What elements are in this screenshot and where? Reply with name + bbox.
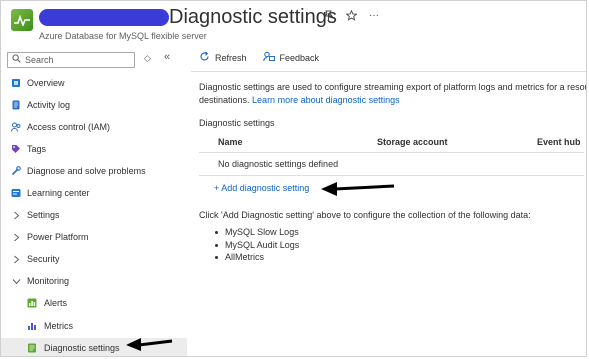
learn-more-link[interactable]: Learn more about diagnostic settings [252, 95, 400, 105]
list-item: MySQL Slow Logs [213, 226, 299, 239]
annotation-arrow-add-link [321, 182, 395, 196]
search-icon [12, 54, 21, 65]
sidebar-item-tags[interactable]: Tags [1, 139, 187, 159]
people-icon [11, 122, 21, 132]
sidebar-item-metrics[interactable]: Metrics [1, 316, 187, 336]
alerts-icon [27, 298, 37, 308]
search-input[interactable]: Search [7, 52, 135, 68]
wrench-icon [11, 166, 21, 176]
header-actions: ··· [323, 9, 379, 24]
mysql-server-icon [11, 9, 33, 31]
description-line-2-text: destinations. [199, 95, 253, 105]
refresh-icon [199, 51, 210, 64]
sidebar-item-power-platform[interactable]: Power Platform [1, 227, 187, 247]
collapse-sidebar-button[interactable]: « [164, 51, 170, 63]
data-categories-list: MySQL Slow Logs MySQL Audit Logs AllMetr… [213, 226, 299, 264]
page-subtitle: Azure Database for MySQL flexible server [39, 31, 207, 41]
refresh-label: Refresh [215, 52, 247, 63]
table-header-divider [199, 152, 584, 153]
star-icon[interactable] [345, 9, 358, 24]
chevron-right-icon [11, 232, 21, 242]
learning-icon [11, 188, 21, 198]
sidebar-item-activity-log[interactable]: Activity log [1, 95, 187, 115]
feedback-button[interactable]: Feedback [262, 51, 320, 64]
feedback-label: Feedback [279, 52, 320, 63]
page-title: Diagnostic settings [169, 6, 337, 28]
sidebar-item-security[interactable]: Security [1, 249, 187, 269]
description-line-2: destinations. Learn more about diagnosti… [199, 94, 586, 107]
sidebar-item-learning-center[interactable]: Learning center [1, 183, 187, 203]
metrics-icon [27, 321, 37, 331]
sidebar-item-diagnose[interactable]: Diagnose and solve problems [1, 161, 187, 181]
sidebar-item-label: Power Platform [27, 232, 89, 242]
list-item: AllMetrics [213, 251, 299, 264]
sidebar-item-label: Security [27, 254, 60, 264]
tag-icon [11, 144, 21, 154]
chevron-down-icon [11, 276, 21, 286]
description-line-1: Diagnostic settings are used to configur… [199, 82, 587, 92]
sidebar-item-label: Access control (IAM) [27, 122, 111, 132]
empty-table-message: No diagnostic settings defined [218, 159, 339, 169]
redacted-resource-name [39, 9, 169, 26]
sidebar-item-label: Monitoring [27, 276, 70, 286]
column-header-event-hub: Event hub [537, 137, 581, 147]
feedback-icon [262, 51, 275, 64]
sidebar-item-label: Activity log [27, 100, 71, 110]
pin-icon[interactable] [323, 10, 334, 24]
activity-log-icon [11, 100, 21, 110]
table-row-divider [199, 175, 584, 176]
more-options-button[interactable]: ··· [369, 10, 379, 24]
chevron-right-icon [11, 254, 21, 264]
chevron-right-icon [11, 210, 21, 220]
list-item: MySQL Audit Logs [213, 239, 299, 252]
command-bar: Refresh Feedback [199, 51, 335, 64]
sidebar-item-label: Diagnose and solve problems [27, 166, 146, 176]
add-diagnostic-setting-link[interactable]: + Add diagnostic setting [214, 183, 309, 193]
column-header-storage-account: Storage account [377, 137, 448, 147]
sidebar-item-label: Alerts [44, 298, 68, 308]
sidebar-item-label: Settings [27, 210, 60, 220]
sidebar-item-monitoring[interactable]: Monitoring [1, 271, 187, 291]
portal-window: Diagnostic settings ··· Azure Database f… [0, 0, 587, 357]
description: Diagnostic settings are used to configur… [199, 81, 587, 107]
instructions-text: Click 'Add Diagnostic setting' above to … [199, 210, 531, 220]
column-header-name: Name [218, 137, 243, 147]
sidebar-item-label: Tags [27, 144, 47, 154]
sidebar-item-settings[interactable]: Settings [1, 205, 187, 225]
sidebar-item-access-control[interactable]: Access control (IAM) [1, 117, 187, 137]
sidebar-item-label: Learning center [27, 188, 90, 198]
diagnostic-icon [27, 343, 37, 353]
section-title: Diagnostic settings [199, 118, 275, 128]
annotation-arrow-sidebar [126, 338, 173, 351]
sidebar-item-overview[interactable]: Overview [1, 73, 187, 93]
search-placeholder: Search [25, 55, 54, 65]
toolbar-divider [191, 71, 586, 72]
sidebar: Search ◇ « Overview Activity log Access … [1, 46, 187, 356]
sidebar-item-alerts[interactable]: Alerts [1, 293, 187, 313]
sidebar-item-label: Diagnostic settings [44, 343, 120, 353]
sidebar-item-label: Overview [27, 78, 65, 88]
sidebar-item-label: Metrics [44, 321, 73, 331]
expand-all-button[interactable]: ◇ [144, 53, 151, 64]
overview-icon [11, 78, 21, 88]
refresh-button[interactable]: Refresh [199, 51, 247, 64]
